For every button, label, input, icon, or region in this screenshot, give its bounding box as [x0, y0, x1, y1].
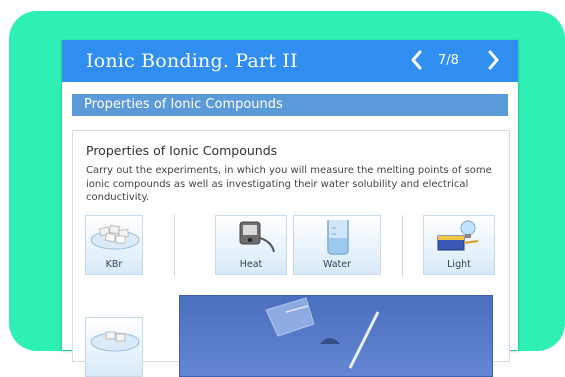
content-title: Properties of Ionic Compounds	[86, 143, 278, 158]
tile-label-kbr: KBr	[105, 259, 123, 270]
page-indicator: 7/8	[438, 53, 459, 68]
divider	[174, 215, 175, 277]
crystals-tile[interactable]	[85, 317, 143, 377]
divider	[402, 215, 403, 277]
experiment-stage	[179, 295, 493, 377]
battery-bulb-icon	[437, 220, 479, 251]
water-tile[interactable]: Water	[293, 215, 381, 275]
kbr-tile[interactable]: KBr	[85, 215, 143, 275]
heat-tile[interactable]: Heat	[215, 215, 287, 275]
beaker-icon	[327, 220, 349, 255]
title-bar: Ionic Bonding. Part II 7/8	[62, 40, 518, 82]
section-header: Properties of Ionic Compounds	[72, 94, 508, 116]
heater-icon	[239, 221, 275, 253]
tile-label-heat: Heat	[239, 259, 263, 270]
tile-label-water: Water	[322, 259, 352, 270]
crystals-icon	[90, 224, 140, 250]
content-description: Carry out the experiments, in which you …	[86, 165, 492, 203]
tile-label-light: Light	[447, 259, 471, 270]
lesson-title: Ionic Bonding. Part II	[86, 50, 298, 72]
crystals-icon	[90, 331, 140, 352]
chevron-left-icon[interactable]	[406, 47, 428, 73]
lab-glassware-icon	[265, 297, 380, 369]
content-panel: Properties of Ionic Compounds Carry out …	[72, 130, 510, 377]
light-tile[interactable]: Light	[423, 215, 495, 275]
chevron-right-icon[interactable]	[482, 47, 504, 73]
lesson-window: Ionic Bonding. Part II 7/8 Properties of…	[62, 40, 518, 377]
